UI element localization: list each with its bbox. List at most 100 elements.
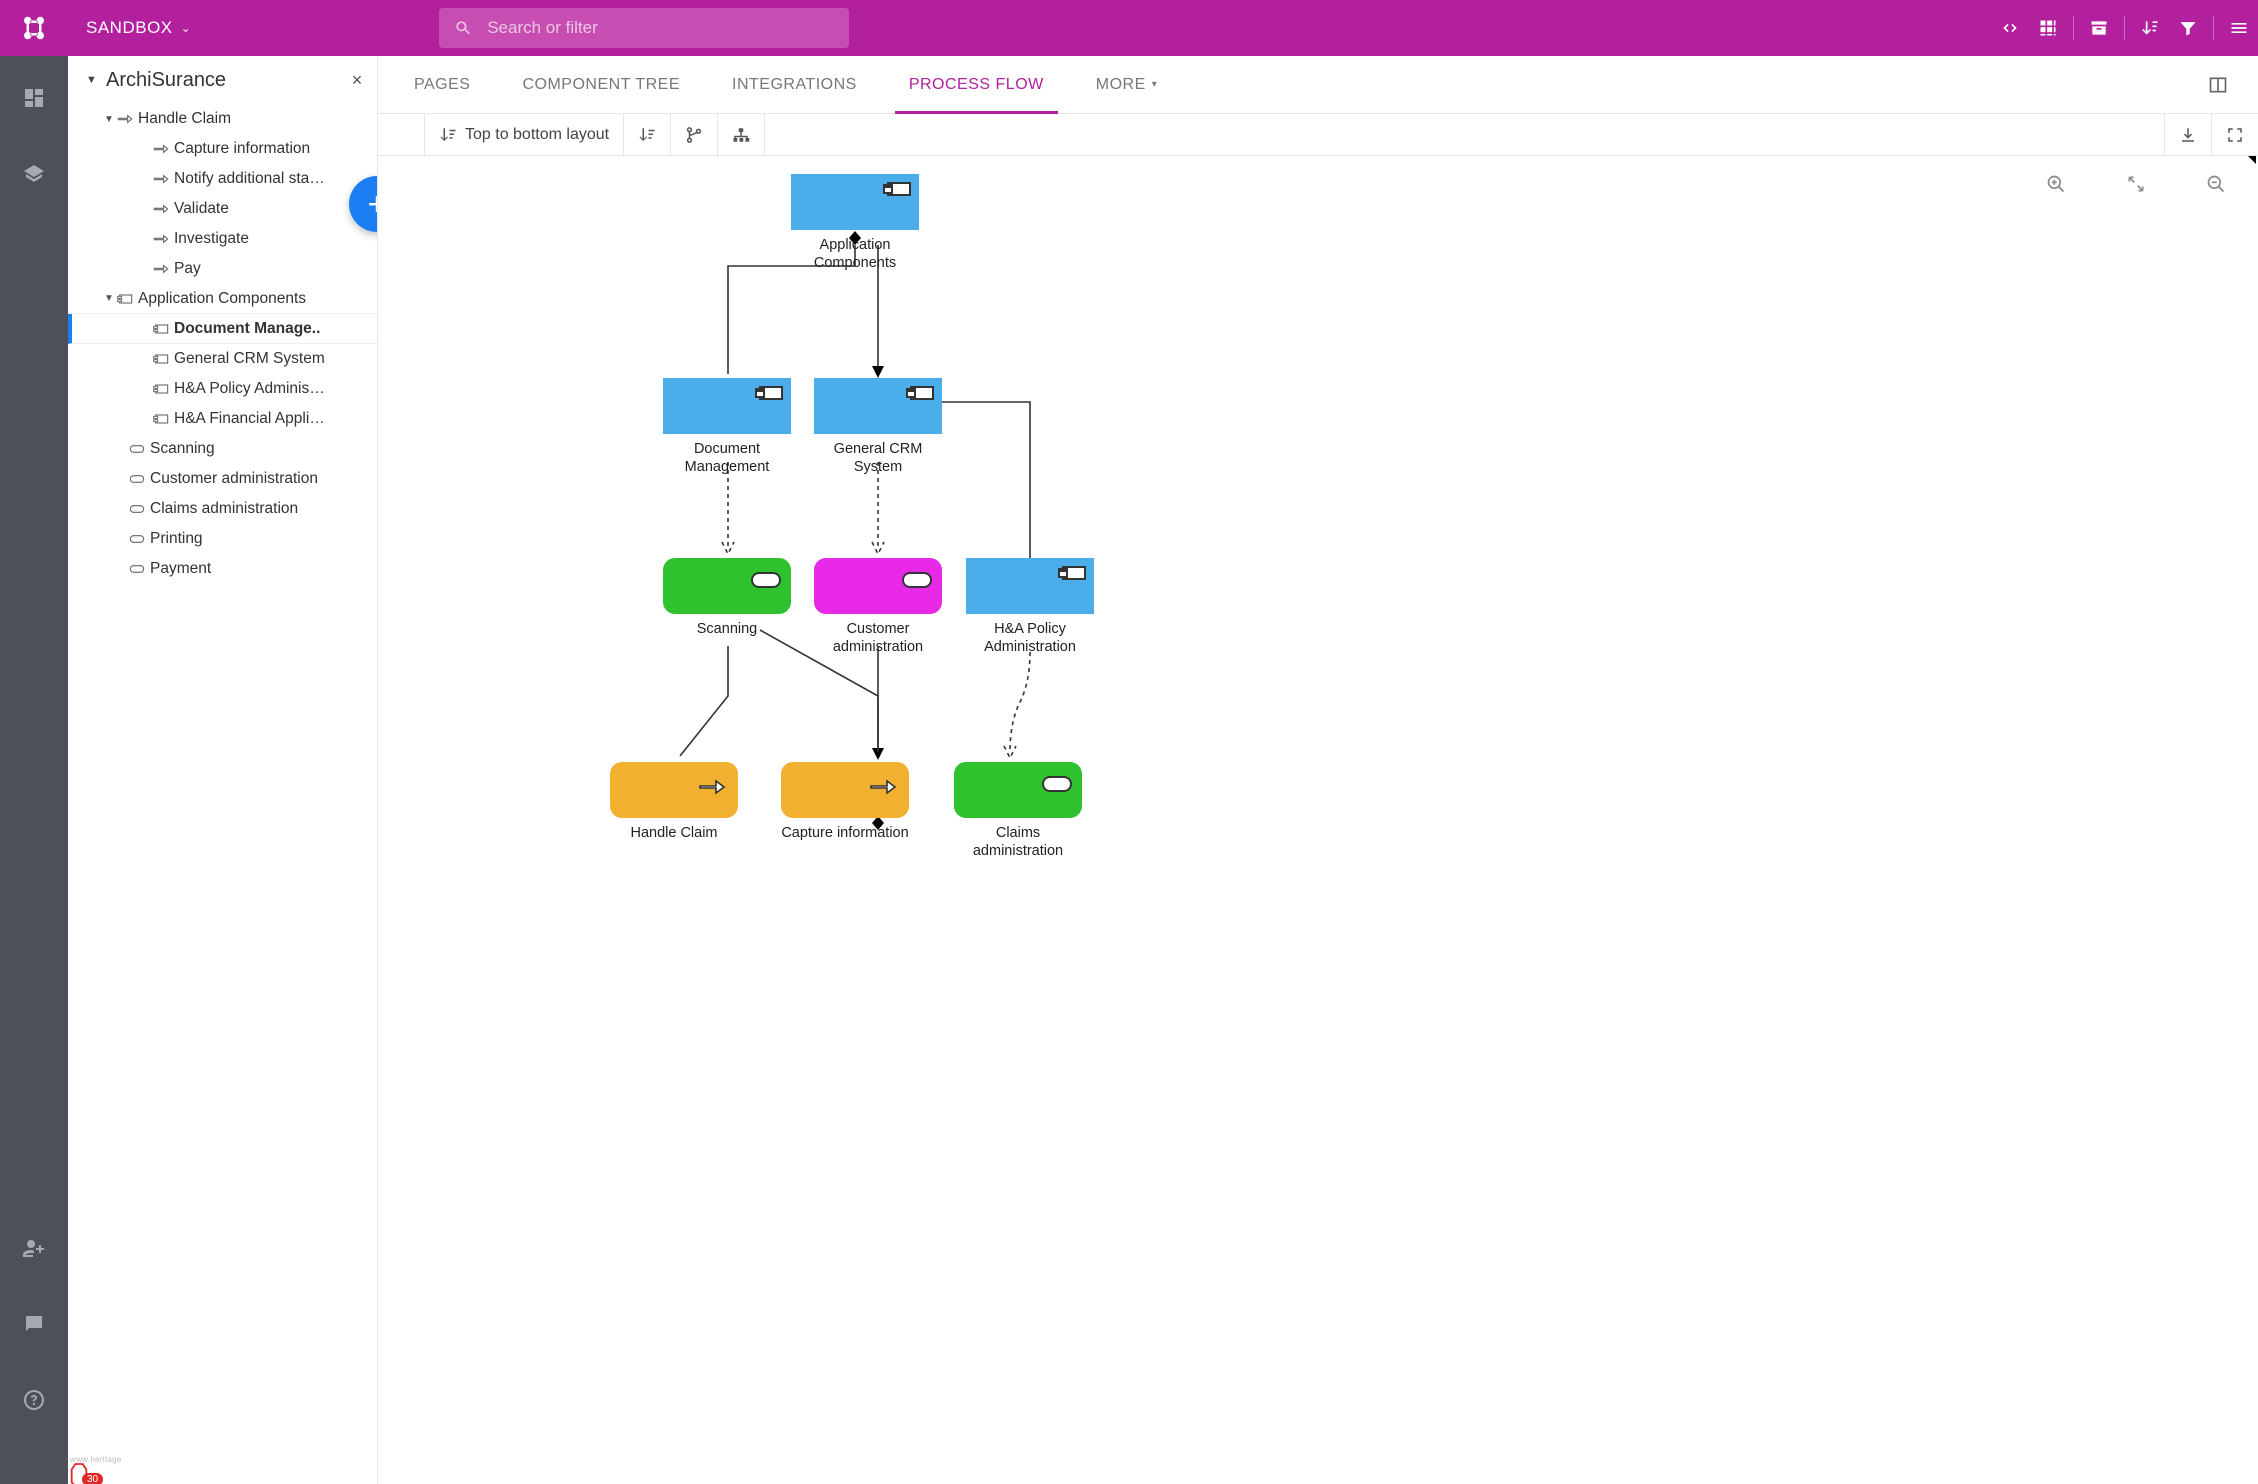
tree-node-printing[interactable]: Printing (68, 524, 377, 554)
node-label: General CRM System (814, 440, 942, 476)
dashboard-icon[interactable] (16, 80, 52, 116)
pill-icon (128, 502, 146, 516)
node-label: H&A Policy Administration (966, 620, 1094, 656)
branch-tool-icon[interactable] (671, 114, 718, 155)
fit-icon[interactable] (2124, 172, 2148, 196)
caret-down-icon: ▾ (1152, 79, 1158, 90)
sort-icon[interactable] (2131, 0, 2169, 56)
tree-node-cust-admin[interactable]: Customer administration (68, 464, 377, 494)
divider (2213, 16, 2214, 40)
panel-toggle-icon[interactable] (2198, 56, 2238, 113)
tab-integrations[interactable]: INTEGRATIONS (706, 56, 883, 113)
diagram-canvas[interactable]: Application Components Document Manageme… (378, 156, 2258, 1484)
app-logo[interactable] (0, 0, 68, 56)
node-general-crm[interactable]: General CRM System (814, 378, 942, 476)
node-claims-admin[interactable]: Claims administration (954, 762, 1082, 860)
tree-node-claims-admin[interactable]: Claims administration (68, 494, 377, 524)
diagram-toolbar: Top to bottom layout (378, 114, 2258, 156)
component-icon (152, 352, 170, 366)
explorer-title: ArchiSurance (102, 69, 345, 92)
arrow-right-icon (152, 172, 170, 186)
main-area: PAGES COMPONENT TREE INTEGRATIONS PROCES… (378, 56, 2258, 1484)
component-icon (1062, 566, 1086, 580)
tab-pages[interactable]: PAGES (388, 56, 496, 113)
tab-more[interactable]: MORE▾ (1070, 56, 1184, 113)
notification-badge[interactable]: 30 (68, 1462, 103, 1484)
caret-down-icon: ▼ (102, 293, 116, 304)
node-scanning[interactable]: Scanning (663, 558, 791, 638)
tree-node-general-crm[interactable]: General CRM System (68, 344, 377, 374)
arrow-right-icon (152, 142, 170, 156)
arrow-right-icon (698, 778, 726, 796)
node-cust-admin[interactable]: Customer administration (814, 558, 942, 656)
workspace-selector[interactable]: SANDBOX ⌄ (68, 18, 209, 38)
tree-node-scanning[interactable]: Scanning (68, 434, 377, 464)
tree-label: H&A Financial Appli… (174, 410, 325, 428)
tree-node-doc-manage[interactable]: Document Manage.. (68, 314, 377, 344)
layout-selector[interactable]: Top to bottom layout (424, 114, 624, 155)
tree-node-investigate[interactable]: Investigate (68, 224, 377, 254)
tree-node-ha-policy[interactable]: H&A Policy Adminis… (68, 374, 377, 404)
zoom-out-icon[interactable] (2204, 172, 2228, 196)
tree-label: Notify additional sta… (174, 170, 325, 188)
tree-node-pay[interactable]: Pay (68, 254, 377, 284)
menu-icon[interactable] (2220, 0, 2258, 56)
node-handle-claim[interactable]: Handle Claim (610, 762, 738, 842)
close-icon[interactable]: × (345, 70, 369, 91)
add-users-icon[interactable] (16, 1230, 52, 1266)
zoom-in-icon[interactable] (2044, 172, 2068, 196)
arrow-right-icon (152, 202, 170, 216)
search-box[interactable] (439, 8, 849, 48)
tree-label: Customer administration (150, 470, 318, 488)
tree-label: Investigate (174, 230, 249, 248)
tab-component-tree[interactable]: COMPONENT TREE (496, 56, 706, 113)
node-ha-policy[interactable]: H&A Policy Administration (966, 558, 1094, 656)
tree-label: Handle Claim (138, 110, 231, 128)
chat-icon[interactable] (16, 1306, 52, 1342)
canvas-controls (2044, 172, 2228, 196)
component-icon (910, 386, 934, 400)
tree-node-capture-info[interactable]: Capture information (68, 134, 377, 164)
workspace-label: SANDBOX (86, 18, 173, 38)
tree-node-app-components[interactable]: ▼ Application Components (68, 284, 377, 314)
tree-node-notify[interactable]: Notify additional sta… (68, 164, 377, 194)
node-label: Scanning (663, 620, 791, 638)
node-capture-info[interactable]: Capture information (781, 762, 909, 842)
component-icon (152, 382, 170, 396)
tree-label: Payment (150, 560, 211, 578)
sort-tool-icon[interactable] (624, 114, 671, 155)
node-app-components[interactable]: Application Components (791, 174, 919, 272)
layout-label: Top to bottom layout (465, 126, 609, 144)
filter-icon[interactable] (2169, 0, 2207, 56)
tree-node-payment[interactable]: Payment (68, 554, 377, 584)
archive-icon[interactable] (2080, 0, 2118, 56)
top-actions (1991, 0, 2258, 56)
divider (2124, 16, 2125, 40)
grid-icon[interactable] (2029, 0, 2067, 56)
help-icon[interactable] (16, 1382, 52, 1418)
component-icon (759, 386, 783, 400)
fullscreen-icon[interactable] (2212, 114, 2258, 155)
tree-label: Capture information (174, 140, 310, 158)
tree-label: H&A Policy Adminis… (174, 380, 325, 398)
node-label: Capture information (781, 824, 909, 842)
pill-icon (128, 562, 146, 576)
search-input[interactable] (485, 17, 835, 39)
tree-node-ha-financial[interactable]: H&A Financial Appli… (68, 404, 377, 434)
tab-process-flow[interactable]: PROCESS FLOW (883, 56, 1070, 113)
layers-icon[interactable] (16, 156, 52, 192)
download-icon[interactable] (2164, 114, 2212, 155)
pill-icon (128, 472, 146, 486)
hierarchy-tool-icon[interactable] (718, 114, 765, 155)
caret-down-icon: ▼ (102, 114, 116, 125)
service-icon (751, 572, 781, 588)
tree-label: Document Manage.. (174, 320, 320, 338)
tree-node-validate[interactable]: Validate (68, 194, 377, 224)
node-label: Claims administration (954, 824, 1082, 860)
component-icon (116, 292, 134, 306)
chevron-down-icon: ⌄ (181, 21, 192, 35)
tree-node-handle-claim[interactable]: ▼ Handle Claim (68, 104, 377, 134)
node-doc-manage[interactable]: Document Management (663, 378, 791, 476)
code-icon[interactable] (1991, 0, 2029, 56)
caret-down-icon[interactable]: ▼ (86, 74, 102, 86)
